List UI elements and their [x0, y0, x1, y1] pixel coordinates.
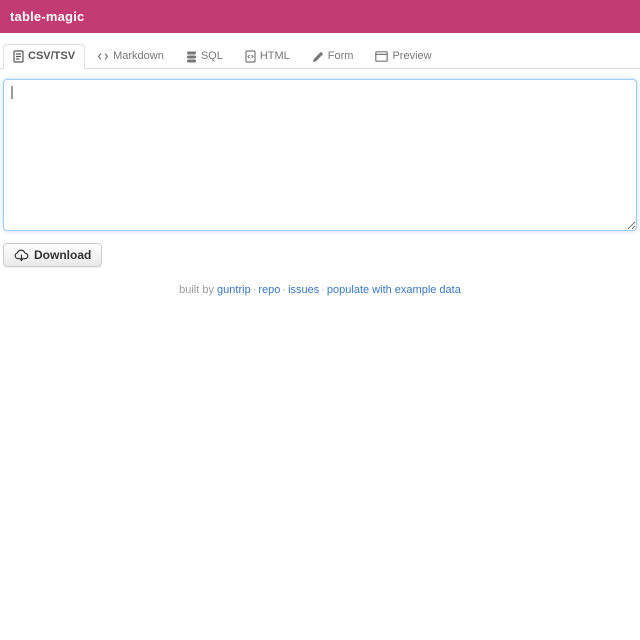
footer-separator: · — [321, 284, 325, 296]
database-icon — [186, 51, 197, 63]
csv-input-textarea[interactable] — [3, 79, 637, 231]
footer-prefix: built by — [179, 284, 214, 296]
link-repo[interactable]: repo — [258, 284, 280, 296]
file-text-icon — [13, 50, 24, 63]
tab-label: HTML — [260, 50, 290, 63]
tab-label: Form — [328, 50, 354, 63]
tab-label: SQL — [201, 50, 223, 63]
tab-form[interactable]: Form — [302, 44, 364, 69]
link-populate-example-data[interactable]: populate with example data — [327, 284, 461, 296]
footer-separator: · — [282, 284, 286, 296]
code-icon — [97, 51, 109, 62]
browser-icon — [375, 51, 388, 62]
pencil-icon — [312, 51, 324, 63]
tab-csv-tsv[interactable]: CSV/TSV — [3, 44, 85, 69]
button-row: Download — [3, 243, 637, 267]
download-button[interactable]: Download — [3, 243, 102, 267]
footer: built by guntrip·repo·issues·populate wi… — [0, 284, 640, 296]
tab-markdown[interactable]: Markdown — [87, 44, 174, 69]
tab-sql[interactable]: SQL — [176, 44, 233, 69]
footer-separator: · — [253, 284, 257, 296]
cloud-download-icon — [14, 249, 29, 262]
tab-preview[interactable]: Preview — [365, 44, 441, 69]
tab-bar: CSV/TSV Markdown SQL HT — [0, 44, 640, 69]
editor-area — [3, 79, 637, 231]
tab-html[interactable]: HTML — [235, 44, 300, 69]
tab-label: Preview — [392, 50, 431, 63]
app-title: table-magic — [10, 9, 84, 24]
app-header: table-magic — [0, 0, 640, 33]
tab-label: Markdown — [113, 50, 164, 63]
tab-label: CSV/TSV — [28, 50, 75, 63]
file-code-icon — [245, 50, 256, 63]
link-issues[interactable]: issues — [288, 284, 319, 296]
link-guntrip[interactable]: guntrip — [217, 284, 251, 296]
download-button-label: Download — [34, 248, 91, 262]
